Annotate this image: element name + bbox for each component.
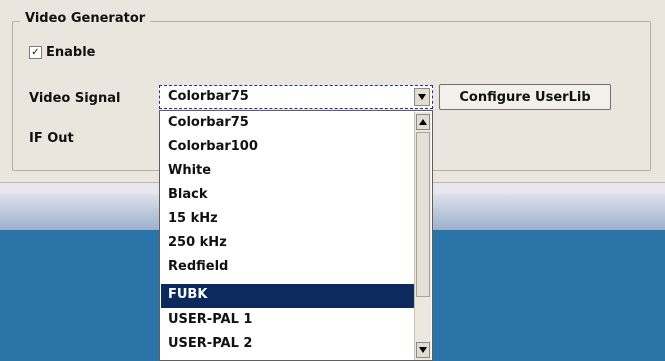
list-item-selected[interactable]: FUBK [161, 284, 414, 308]
configure-userlib-button[interactable]: Configure UserLib [439, 84, 611, 110]
list-item[interactable]: White [161, 160, 414, 184]
list-item[interactable]: Redfield [161, 256, 414, 280]
list-item[interactable]: 15 kHz [161, 208, 414, 232]
list-item[interactable]: USER-PAL 1 [161, 309, 414, 333]
group-title: Video Generator [20, 11, 151, 26]
scroll-down-button[interactable] [416, 342, 430, 358]
chevron-up-icon [419, 119, 427, 125]
chevron-down-icon [419, 347, 427, 353]
video-signal-dropdown-list[interactable]: Colorbar75 Colorbar100 White Black 15 kH… [159, 110, 433, 361]
list-item[interactable]: Colorbar100 [161, 136, 414, 160]
list-item[interactable]: USER-PAL 2 [161, 333, 414, 357]
list-item[interactable]: 250 kHz [161, 232, 414, 256]
if-out-label: IF Out [29, 131, 74, 146]
combo-dropdown-button[interactable] [414, 88, 430, 106]
scrollbar-thumb[interactable] [416, 132, 430, 297]
checkmark-icon: ✓ [31, 46, 40, 58]
chevron-down-icon [418, 94, 426, 100]
video-signal-label: Video Signal [29, 91, 121, 106]
scroll-up-button[interactable] [416, 114, 430, 130]
enable-checkbox[interactable]: ✓ [29, 46, 42, 59]
configure-userlib-label: Configure UserLib [459, 89, 591, 105]
list-item[interactable]: Colorbar75 [161, 112, 414, 136]
video-signal-value: Colorbar75 [168, 89, 249, 104]
dropdown-scrollbar[interactable] [414, 112, 431, 360]
enable-checkbox-row[interactable]: ✓ Enable [29, 45, 96, 60]
video-signal-combobox[interactable]: Colorbar75 [159, 85, 433, 109]
list-item[interactable]: Black [161, 184, 414, 208]
enable-label: Enable [46, 45, 96, 60]
